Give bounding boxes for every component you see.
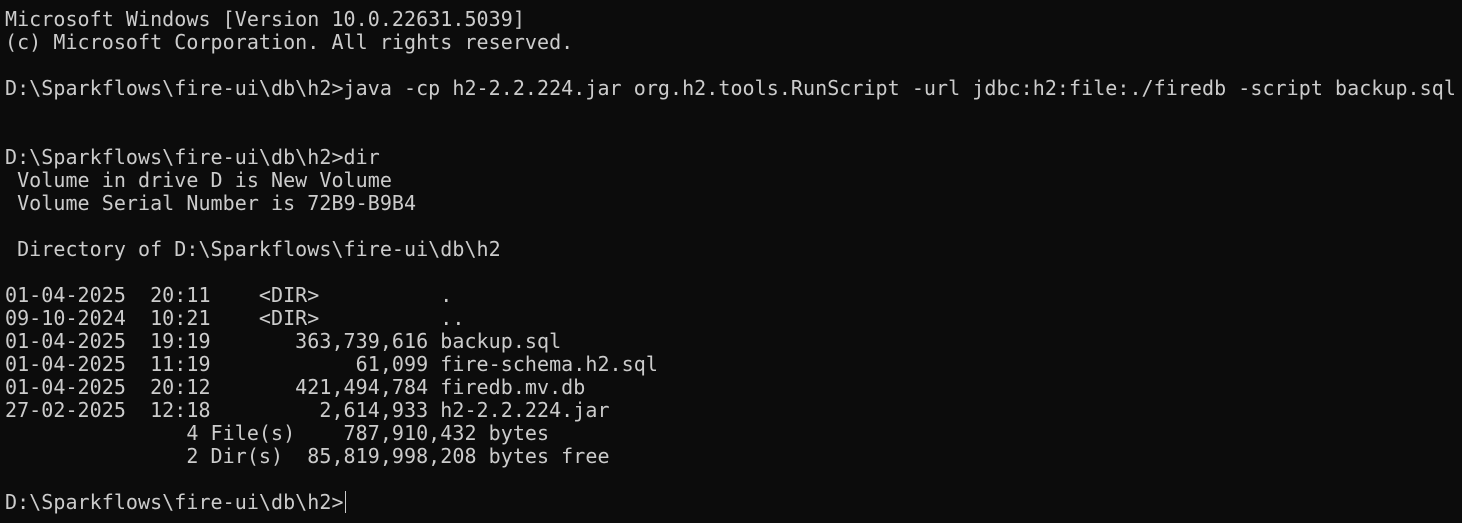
terminal-line: Microsoft Windows [Version 10.0.22631.50… (5, 7, 525, 31)
terminal-line: 01-04-2025 11:19 61,099 fire-schema.h2.s… (5, 352, 658, 376)
terminal-line: 27-02-2025 12:18 2,614,933 h2-2.2.224.ja… (5, 398, 610, 422)
terminal-line: 2 Dir(s) 85,819,998,208 bytes free (5, 444, 610, 468)
terminal-line: 09-10-2024 10:21 <DIR> .. (5, 306, 465, 330)
terminal-line: Volume in drive D is New Volume (5, 168, 392, 192)
terminal-line: 01-04-2025 19:19 363,739,616 backup.sql (5, 329, 562, 353)
command-prompt: D:\Sparkflows\fire-ui\db\h2> (5, 490, 344, 514)
command-prompt-line[interactable]: D:\Sparkflows\fire-ui\db\h2> (5, 491, 1462, 514)
terminal-line: (c) Microsoft Corporation. All rights re… (5, 30, 574, 54)
terminal-line: Directory of D:\Sparkflows\fire-ui\db\h2 (5, 237, 501, 261)
terminal-line: 01-04-2025 20:11 <DIR> . (5, 283, 453, 307)
terminal-window[interactable]: Microsoft Windows [Version 10.0.22631.50… (0, 0, 1462, 523)
terminal-line: Volume Serial Number is 72B9-B9B4 (5, 191, 417, 215)
terminal-line: 01-04-2025 20:12 421,494,784 firedb.mv.d… (5, 375, 586, 399)
terminal-line: D:\Sparkflows\fire-ui\db\h2>java -cp h2-… (5, 76, 1456, 100)
text-cursor (344, 491, 346, 513)
terminal-line: 4 File(s) 787,910,432 bytes (5, 421, 550, 445)
terminal-line: D:\Sparkflows\fire-ui\db\h2>dir (5, 145, 380, 169)
